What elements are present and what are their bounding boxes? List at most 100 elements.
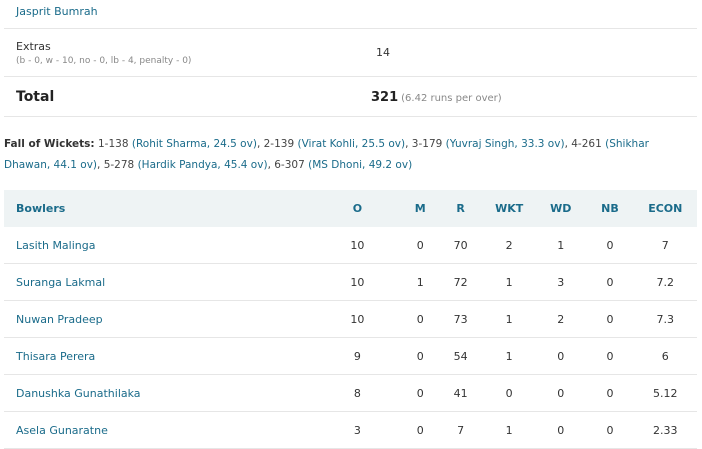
col-noballs: NB — [586, 190, 634, 227]
extras-label: Extras — [16, 40, 51, 53]
row-divider — [4, 76, 697, 77]
bowler-maidens: 0 — [402, 411, 439, 449]
bowler-wides: 2 — [535, 300, 587, 338]
fow-score: 3-179 — [411, 138, 443, 150]
col-overs: O — [312, 190, 403, 227]
bowler-noballs: 0 — [586, 374, 634, 412]
bowler-row: Nuwan Pradeep 10 0 73 1 2 0 7.3 — [4, 300, 697, 338]
bowler-overs: 10 — [312, 227, 403, 264]
bowler-name[interactable]: Thisara Perera — [4, 337, 313, 375]
bowler-wides: 1 — [535, 227, 587, 264]
run-rate: (6.42 runs per over) — [401, 93, 502, 104]
bowler-wides: 0 — [535, 337, 587, 375]
bowler-overs: 10 — [312, 263, 403, 301]
extras-value: 14 — [376, 46, 390, 59]
bowler-wickets: 1 — [483, 263, 536, 301]
bowler-economy: 7.2 — [633, 263, 697, 301]
bowler-runs: 73 — [438, 300, 484, 338]
fow-player-name[interactable]: Hardik Pandya — [142, 159, 218, 171]
bowler-economy: 5.12 — [633, 374, 697, 412]
bowler-wickets: 2 — [483, 227, 536, 264]
total-runs: 321 — [371, 90, 399, 105]
fow-player-name[interactable]: Yuvraj Singh — [450, 138, 515, 150]
fow-list: 1-138 (Rohit Sharma, 24.5 ov), 2-139 (Vi… — [4, 138, 649, 171]
bowler-overs: 3 — [312, 411, 403, 449]
bowler-noballs: 0 — [586, 263, 634, 301]
bowling-header-row: Bowlers O M R WKT WD NB ECON — [4, 190, 697, 227]
bowler-row: Suranga Lakmal 10 1 72 1 3 0 7.2 — [4, 263, 697, 301]
bowler-noballs: 0 — [586, 300, 634, 338]
fow-player[interactable]: (MS Dhoni, 49.2 ov) — [308, 159, 412, 171]
fow-over: 44.1 ov — [53, 159, 93, 171]
bowler-wickets: 1 — [483, 411, 536, 449]
scorecard: Jasprit Bumrah Extras (b - 0, w - 10, no… — [4, 0, 697, 449]
total-value: 321 (6.42 runs per over) — [371, 90, 502, 105]
bowler-wides: 0 — [535, 374, 587, 412]
bowler-name[interactable]: Asela Gunaratne — [4, 411, 313, 449]
bowler-name[interactable]: Danushka Gunathilaka — [4, 374, 313, 412]
fow-over: 33.3 ov — [521, 138, 561, 150]
bowler-runs: 70 — [438, 227, 484, 264]
bowler-overs: 9 — [312, 337, 403, 375]
total-label: Total — [16, 89, 55, 105]
bowler-name[interactable]: Suranga Lakmal — [4, 263, 313, 301]
fow-title: Fall of Wickets: — [4, 138, 95, 150]
bowler-runs: 41 — [438, 374, 484, 412]
bowler-maidens: 0 — [402, 374, 439, 412]
fow-over: 49.2 ov — [368, 159, 409, 171]
col-bowlers: Bowlers — [4, 190, 313, 227]
fow-player[interactable]: (Yuvraj Singh, 33.3 ov) — [446, 138, 565, 150]
bowler-row: Asela Gunaratne 3 0 7 1 0 0 2.33 — [4, 411, 697, 449]
col-maidens: M — [402, 190, 439, 227]
bowler-wickets: 1 — [483, 337, 536, 375]
bowler-maidens: 0 — [402, 337, 439, 375]
fow-player-name[interactable]: Rohit Sharma — [136, 138, 207, 150]
fow-player-name[interactable]: MS Dhoni — [312, 159, 362, 171]
fow-over: 25.5 ov — [361, 138, 401, 150]
col-wickets: WKT — [483, 190, 536, 227]
col-runs: R — [438, 190, 484, 227]
bowler-noballs: 0 — [586, 411, 634, 449]
row-divider — [4, 116, 697, 117]
bowler-name[interactable]: Nuwan Pradeep — [4, 300, 313, 338]
extras-detail: (b - 0, w - 10, no - 0, lb - 4, penalty … — [16, 56, 192, 66]
fow-entry: 3-179 (Yuvraj Singh, 33.3 ov), — [411, 138, 568, 150]
fow-entry: 6-307 (MS Dhoni, 49.2 ov) — [271, 159, 412, 171]
bowler-name[interactable]: Lasith Malinga — [4, 227, 313, 264]
fow-over: 24.5 ov — [213, 138, 253, 150]
fow-score: 4-261 — [571, 138, 602, 150]
bowler-economy: 7.3 — [633, 300, 697, 338]
fall-of-wickets: Fall of Wickets: 1-138 (Rohit Sharma, 24… — [4, 134, 694, 176]
bowler-economy: 2.33 — [633, 411, 697, 449]
fow-player[interactable]: (Hardik Pandya, 45.4 ov) — [138, 159, 268, 171]
fow-entry: 2-139 (Virat Kohli, 25.5 ov), — [263, 138, 409, 150]
bowler-row: Danushka Gunathilaka 8 0 41 0 0 0 5.12 — [4, 374, 697, 412]
fow-player[interactable]: (Virat Kohli, 25.5 ov) — [297, 138, 405, 150]
fow-over: 45.4 ov — [224, 159, 264, 171]
bowler-runs: 54 — [438, 337, 484, 375]
bowler-runs: 7 — [438, 411, 484, 449]
bowler-runs: 72 — [438, 263, 484, 301]
bowler-noballs: 0 — [586, 337, 634, 375]
fow-score: 5-278 — [103, 159, 135, 171]
bowler-economy: 7 — [633, 227, 697, 264]
col-wides: WD — [535, 190, 587, 227]
bowler-economy: 6 — [633, 337, 697, 375]
bowler-overs: 8 — [312, 374, 403, 412]
fow-score: 2-139 — [263, 138, 295, 150]
bowler-wickets: 0 — [483, 374, 536, 412]
bowler-wickets: 1 — [483, 300, 536, 338]
bowler-maidens: 0 — [402, 227, 439, 264]
bowling-table: Bowlers O M R WKT WD NB ECON Lasith Mali… — [4, 190, 697, 449]
fow-score: 6-307 — [274, 159, 305, 171]
fow-player[interactable]: (Rohit Sharma, 24.5 ov) — [132, 138, 257, 150]
row-divider — [4, 28, 697, 29]
fow-entry: 1-138 (Rohit Sharma, 24.5 ov), — [97, 138, 261, 150]
batsman-link[interactable]: Jasprit Bumrah — [16, 5, 98, 18]
bowler-noballs: 0 — [586, 227, 634, 264]
fow-score: 1-138 — [97, 138, 129, 150]
bowler-wides: 3 — [535, 263, 587, 301]
bowler-wides: 0 — [535, 411, 587, 449]
bowler-maidens: 0 — [402, 300, 439, 338]
fow-player-name[interactable]: Virat Kohli — [302, 138, 355, 150]
